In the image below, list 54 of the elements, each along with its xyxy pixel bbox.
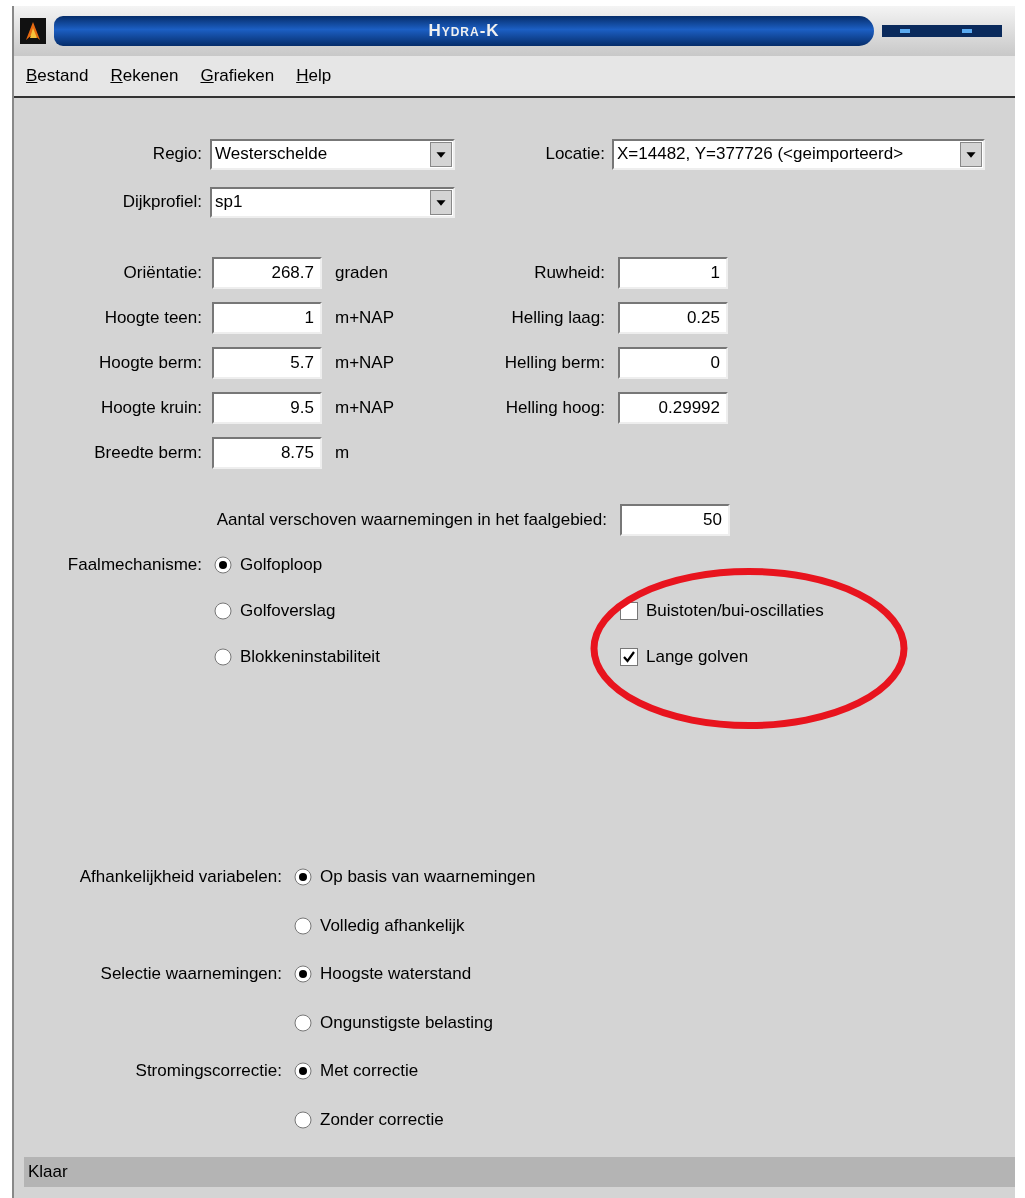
input-field[interactable]: 1 [618,256,728,289]
dropdown[interactable]: sp1 [210,186,455,218]
field-label: Afhankelijkheid variabelen: [78,866,282,889]
field-label: Helling hoog: [504,396,605,419]
field-label: Regio: [151,143,202,166]
input-field[interactable]: 9.5 [212,391,322,424]
unit-label: m+NAP [335,352,395,372]
radio-option[interactable]: Golfoploop [214,552,620,578]
field-label: Stromingscorrectie: [134,1060,282,1083]
field-label: Breedte berm: [93,441,202,464]
radio-option[interactable]: Ongunstigste belasting [294,1009,493,1036]
input-field[interactable]: 0.29992 [618,391,728,424]
radio-option[interactable]: Volledig afhankelijk [294,912,465,939]
input-field[interactable]: 5.7 [212,346,322,379]
status-bar: Klaar [24,1157,1015,1187]
checkbox-option[interactable]: Buistoten/bui-oscillaties [620,598,824,624]
radio-option[interactable]: Met correctie [294,1058,419,1084]
field-label: Helling laag: [510,306,605,329]
field-label: Aantal verschoven waarnemingen in het faalgebied: [215,508,607,531]
radio-option[interactable]: Golfoverslag [214,598,620,624]
field-label: Hoogte kruin: [99,396,202,419]
unit-label: graden [335,262,388,282]
input-field[interactable]: 268.7 [212,256,322,289]
field-label: Helling berm: [503,351,605,374]
unit-label: m+NAP [335,397,395,417]
radio-option[interactable]: Zonder correctie [294,1106,444,1133]
unit-label: m [335,442,350,462]
menu-item[interactable]: Rekenen [110,63,179,89]
checkbox-option[interactable]: Lange golven [620,644,749,670]
input-field[interactable]: 8.75 [212,436,322,469]
field-label: Ruwheid: [533,261,605,284]
field-label: Locatie: [544,143,605,166]
field-label: Dijkprofiel: [121,191,202,214]
dropdown[interactable]: X=14482, Y=377726 (<geimporteerd> [612,138,985,170]
dropdown[interactable]: Westerschelde [210,138,455,170]
radio-option[interactable]: Hoogste waterstand [294,961,472,987]
menu-item[interactable]: Grafieken [200,63,275,89]
app-icon [20,18,46,44]
input-field[interactable]: 0.25 [618,301,728,334]
window-title: Hydra-K [54,16,874,46]
field-label: Oriëntatie: [122,261,202,284]
input-field[interactable]: 1 [212,301,322,334]
field-label: Selectie waarnemingen: [99,963,282,986]
radio-option[interactable]: Blokkeninstabiliteit [214,644,620,670]
radio-option[interactable]: Op basis van waarnemingen [294,864,536,890]
input-field[interactable]: 50 [620,503,730,536]
checkbox-icon[interactable] [620,648,638,666]
menu-item[interactable]: Bestand [26,63,89,89]
menu-item[interactable]: Help [296,63,332,89]
field-label: Hoogte berm: [98,351,202,374]
unit-label: m+NAP [335,307,395,327]
input-field[interactable]: 0 [618,346,728,379]
field-label: Hoogte teen: [103,306,202,329]
field-label: Faalmechanisme: [66,554,202,577]
